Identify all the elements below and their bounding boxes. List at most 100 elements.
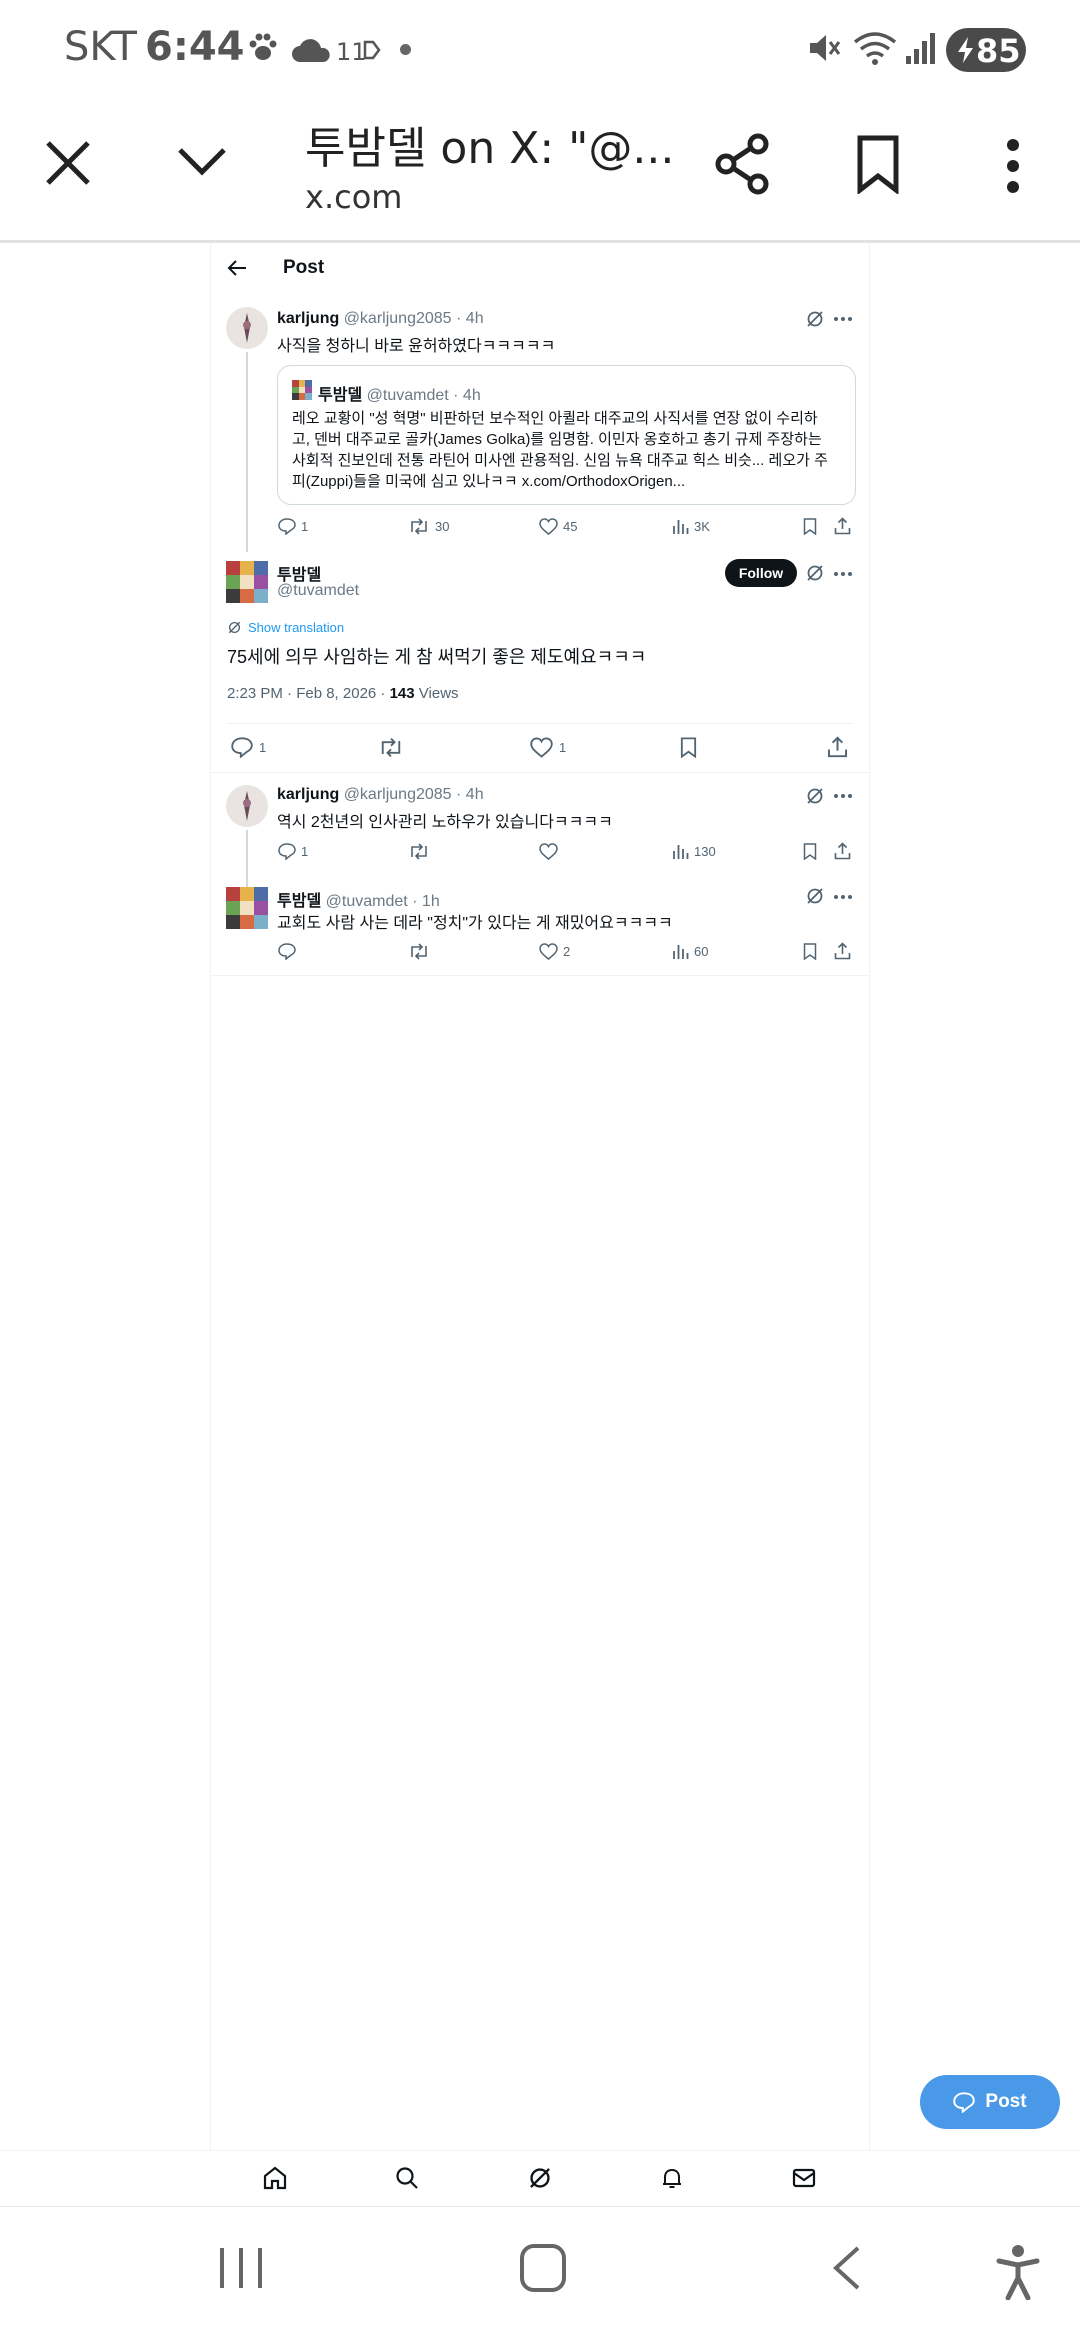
main-like-count: 1	[559, 740, 567, 755]
messages-tab[interactable]	[791, 2165, 817, 2191]
quoted-header: 투밤델 @tuvamdet · 4h	[318, 381, 481, 405]
quoted-author-handle: @tuvamdet	[366, 387, 449, 404]
grok-icon[interactable]	[805, 886, 825, 906]
like-count: 2	[563, 944, 571, 959]
battery-level: 85	[976, 32, 1021, 70]
share-tweet-button[interactable]	[834, 517, 851, 535]
like-count: 45	[563, 519, 578, 534]
recent-apps-button[interactable]	[218, 2244, 264, 2292]
column-border-right	[869, 243, 870, 2151]
main-like-button[interactable]: 1	[530, 737, 566, 758]
share-tweet-button[interactable]	[834, 942, 851, 960]
bookmark-icon	[803, 518, 817, 535]
reply-avatar[interactable]	[226, 887, 268, 929]
accessibility-icon	[996, 2245, 1040, 2300]
bell-icon	[663, 2168, 681, 2188]
wifi-icon	[852, 30, 898, 66]
minimize-button[interactable]	[174, 140, 230, 184]
share-button[interactable]	[712, 132, 772, 196]
avatar[interactable]	[226, 785, 268, 827]
avatar[interactable]	[226, 307, 268, 349]
quoted-tweet[interactable]: 투밤델 @tuvamdet · 4h 레오 교황이 "성 혁명" 비판하던 보수…	[277, 365, 856, 505]
main-author-handle[interactable]: @tuvamdet	[277, 582, 359, 600]
views-count: 143	[389, 685, 415, 702]
search-tab[interactable]	[394, 2165, 420, 2191]
thread-line	[246, 830, 248, 888]
reply-author-name[interactable]: 투밤델	[277, 893, 321, 910]
post-time[interactable]: · 4h	[456, 310, 484, 327]
main-more-button[interactable]	[834, 572, 852, 576]
reply-author-handle[interactable]: @karljung2085	[344, 786, 452, 803]
grok-icon[interactable]	[805, 786, 825, 806]
tweet-more-button[interactable]	[834, 317, 852, 321]
avatar-figure-icon	[243, 313, 251, 343]
heart-icon	[539, 518, 558, 535]
reply-button[interactable]: 1	[278, 843, 308, 860]
views-button[interactable]: 130	[672, 843, 716, 860]
views-button[interactable]: 3K	[672, 518, 710, 535]
follow-button[interactable]: Follow	[725, 559, 797, 587]
reply-text: 교회도 사람 사는 데라 "정치"가 있다는 게 재밌어요ㅋㅋㅋㅋ	[277, 915, 673, 932]
reply-button[interactable]	[278, 943, 296, 960]
reply-more-button[interactable]	[834, 794, 852, 798]
column-border-left	[210, 243, 211, 2151]
home-square-icon	[520, 2244, 566, 2292]
main-share-button[interactable]	[827, 736, 848, 758]
repost-button[interactable]	[408, 843, 430, 860]
notifications-tab[interactable]	[659, 2165, 685, 2191]
views-button[interactable]: 60	[672, 943, 708, 960]
main-repost-button[interactable]	[378, 737, 404, 758]
view-count: 3K	[694, 519, 710, 534]
author-name[interactable]: karljung	[277, 310, 339, 327]
views-label: Views	[418, 685, 459, 702]
author-handle[interactable]: @karljung2085	[344, 310, 452, 327]
view-count: 130	[694, 844, 716, 859]
like-button[interactable]	[539, 843, 558, 860]
translate-grok-icon	[228, 621, 241, 634]
back-button[interactable]	[226, 258, 248, 278]
reply-count: 1	[301, 519, 309, 534]
timestamp-text[interactable]: 2:23 PM · Feb 8, 2026 ·	[227, 685, 385, 702]
compose-post-button[interactable]: Post	[920, 2075, 1060, 2129]
repost-button[interactable]: 30	[408, 518, 449, 535]
divider	[227, 723, 854, 724]
quoted-text: 레오 교황이 "성 혁명" 비판하던 보수적인 아퀼라 대주교의 사직서를 연장…	[292, 408, 847, 492]
main-post-text: 75세에 의무 사임하는 게 참 써먹기 좋은 제도예요ㅋㅋㅋ	[227, 647, 647, 667]
main-bookmark-button[interactable]	[680, 737, 697, 758]
like-button[interactable]: 2	[539, 943, 570, 960]
bookmark-icon	[803, 843, 817, 860]
reply-button[interactable]: 1	[278, 518, 308, 535]
bookmark-tweet-button[interactable]	[803, 843, 817, 860]
reply-author-name[interactable]: karljung	[277, 786, 339, 803]
grok-tab[interactable]	[527, 2165, 553, 2191]
grok-icon[interactable]	[805, 563, 825, 583]
share-tweet-button[interactable]	[834, 842, 851, 860]
heart-icon	[539, 843, 558, 860]
repost-button[interactable]	[408, 943, 430, 960]
signal-icon	[904, 30, 938, 66]
back-chevron-icon	[833, 2246, 860, 2290]
reply-author-handle[interactable]: @tuvamdet	[326, 893, 408, 910]
accessibility-button[interactable]	[996, 2244, 1040, 2300]
home-button[interactable]	[519, 2243, 567, 2293]
main-post-avatar[interactable]	[226, 561, 268, 603]
reply-more-button[interactable]	[834, 895, 852, 899]
main-reply-button[interactable]: 1	[231, 737, 266, 758]
main-reply-count: 1	[259, 740, 267, 755]
bookmark-button[interactable]	[854, 134, 902, 194]
bookmark-tweet-button[interactable]	[803, 943, 817, 960]
more-options-button[interactable]	[1000, 138, 1026, 194]
show-translation-link[interactable]: Show translation	[227, 620, 344, 635]
charging-bolt-icon	[958, 37, 973, 63]
close-button[interactable]	[40, 135, 96, 191]
repost-icon	[381, 737, 401, 758]
like-button[interactable]: 45	[539, 518, 577, 535]
home-tab[interactable]	[262, 2165, 288, 2191]
quoted-text-line: 피(Zuppi)들을 미국에 심고 있나ㅋㅋ x.com/OrthodoxOri…	[292, 473, 686, 490]
grok-icon[interactable]	[805, 309, 825, 329]
back-nav-button[interactable]	[830, 2244, 864, 2292]
bookmark-tweet-button[interactable]	[803, 518, 817, 535]
mail-icon	[792, 2168, 816, 2188]
reply-time[interactable]: · 4h	[456, 786, 484, 803]
reply-time[interactable]: · 1h	[412, 893, 440, 910]
